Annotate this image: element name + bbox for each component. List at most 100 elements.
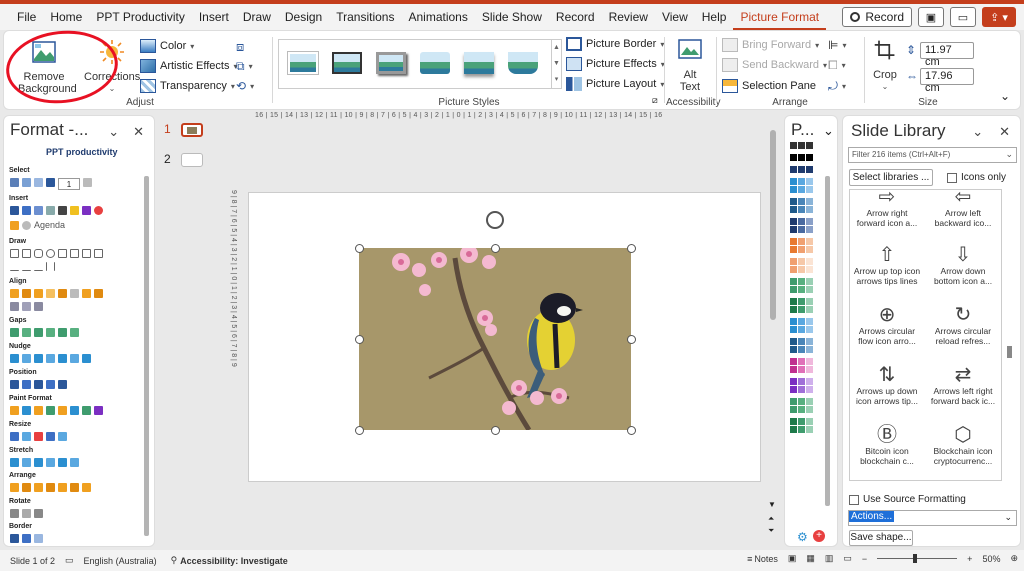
palette-swatch[interactable]: [798, 298, 805, 305]
gaps-tool-icon[interactable]: [58, 328, 67, 337]
picture-style-thumb[interactable]: [505, 47, 541, 81]
agenda-row[interactable]: Agenda: [10, 220, 65, 230]
share-button[interactable]: ⇪ ▾: [982, 7, 1016, 27]
palette-swatch[interactable]: [790, 258, 797, 265]
library-item[interactable]: ⇨ Arrow right forward icon a...: [852, 190, 922, 228]
palette-swatch[interactable]: [798, 198, 805, 205]
selection-pane-button[interactable]: Selection Pane: [722, 79, 816, 93]
save-shape-button[interactable]: Save shape...: [849, 530, 913, 546]
nudge-tool-icon[interactable]: [34, 354, 43, 363]
resize-handle[interactable]: [627, 426, 636, 435]
palette-swatch[interactable]: [798, 154, 805, 161]
fit-to-window-icon[interactable]: ⊕: [1010, 553, 1018, 564]
menu-transitions[interactable]: Transitions: [329, 4, 401, 30]
select-tool-icon[interactable]: [34, 178, 43, 187]
position-tool-icon[interactable]: [10, 380, 19, 389]
border-tool-icon[interactable]: [10, 534, 19, 543]
send-backward-button[interactable]: Send Backward ▾: [722, 58, 827, 72]
palette-swatch[interactable]: [806, 318, 813, 325]
library-item[interactable]: ⇦ Arrow left backward ico...: [928, 190, 998, 228]
zoom-slider-knob[interactable]: [913, 554, 918, 563]
palette-swatch[interactable]: [806, 298, 813, 305]
draw-tool-icon[interactable]: [10, 249, 19, 258]
palette-swatch[interactable]: [790, 166, 797, 173]
stretch-tool-icon[interactable]: [58, 458, 67, 467]
stretch-tool-icon[interactable]: [46, 458, 55, 467]
resize-tool-icon[interactable]: [46, 432, 55, 441]
align-tool-icon[interactable]: [70, 289, 79, 298]
scroll-down-icon[interactable]: ▼: [768, 500, 776, 509]
palette-swatch[interactable]: [806, 326, 813, 333]
insert-tool-icon[interactable]: [46, 206, 55, 215]
normal-view-icon[interactable]: ▣: [788, 553, 797, 564]
close-icon[interactable]: ✕: [999, 124, 1010, 140]
arrange-tool-icon[interactable]: [46, 483, 55, 492]
rotate-button[interactable]: ⤾ ▾: [828, 79, 846, 94]
palette-swatch[interactable]: [790, 278, 797, 285]
settings-gear-icon[interactable]: ⚙: [797, 530, 808, 544]
align-tool-icon[interactable]: [34, 302, 43, 311]
chevron-down-icon[interactable]: ⌄: [1004, 512, 1012, 523]
palette-swatch[interactable]: [806, 278, 813, 285]
palette-swatch[interactable]: [790, 178, 797, 185]
library-item[interactable]: ⇩ Arrow down bottom icon a...: [928, 242, 998, 286]
draw-tool-icon[interactable]: [58, 249, 67, 258]
palette-swatch[interactable]: [798, 358, 805, 365]
picture-style-thumb[interactable]: [285, 47, 321, 81]
palette-swatch[interactable]: [790, 386, 797, 393]
gallery-up-icon[interactable]: ▲: [552, 40, 561, 56]
stretch-tool-icon[interactable]: [70, 458, 79, 467]
format-picture-launcher[interactable]: ⧄: [652, 95, 658, 106]
palette-swatch[interactable]: [798, 186, 805, 193]
nudge-tool-icon[interactable]: [70, 354, 79, 363]
resize-handle[interactable]: [491, 244, 500, 253]
align-button[interactable]: ⊫ ▾: [828, 38, 846, 52]
library-item[interactable]: ⇧ Arrow up top icon arrows tips lines: [852, 242, 922, 286]
palette-swatch[interactable]: [790, 238, 797, 245]
menu-ppt-productivity[interactable]: PPT Productivity: [89, 4, 191, 30]
palette-swatch[interactable]: [790, 346, 797, 353]
palette-swatch[interactable]: [790, 186, 797, 193]
paint-format-tool-icon[interactable]: [70, 406, 79, 415]
menu-picture-format[interactable]: Picture Format: [733, 4, 827, 30]
nudge-tool-icon[interactable]: [22, 354, 31, 363]
align-tool-icon[interactable]: [58, 289, 67, 298]
palette-swatch[interactable]: [790, 306, 797, 313]
insert-tool-icon[interactable]: [94, 206, 103, 215]
select-tool-icon[interactable]: [46, 178, 55, 187]
palette-swatch[interactable]: [798, 218, 805, 225]
palette-swatch[interactable]: [790, 154, 797, 161]
insert-tool-icon[interactable]: [10, 206, 19, 215]
alt-text-button[interactable]: Alt Text: [672, 37, 708, 93]
arrange-tool-icon[interactable]: [34, 483, 43, 492]
rotate-tool-icon[interactable]: [10, 509, 19, 518]
nudge-tool-icon[interactable]: [58, 354, 67, 363]
language-status[interactable]: English (Australia): [84, 556, 157, 566]
position-tool-icon[interactable]: [34, 380, 43, 389]
compress-pictures-button[interactable]: ⧈: [236, 39, 244, 55]
palette-swatch[interactable]: [806, 286, 813, 293]
accessibility-status[interactable]: Accessibility: Investigate: [180, 556, 288, 566]
palette-swatch[interactable]: [798, 426, 805, 433]
close-icon[interactable]: ✕: [133, 124, 144, 140]
menu-insert[interactable]: Insert: [192, 4, 236, 30]
align-tool-icon[interactable]: [34, 289, 43, 298]
palette-swatch[interactable]: [806, 246, 813, 253]
gaps-tool-icon[interactable]: [46, 328, 55, 337]
artistic-effects-button[interactable]: Artistic Effects ▾: [140, 59, 238, 73]
align-tool-icon[interactable]: [46, 289, 55, 298]
resize-tool-icon[interactable]: [22, 432, 31, 441]
paint-format-tool-icon[interactable]: [58, 406, 67, 415]
resize-handle[interactable]: [355, 426, 364, 435]
palette-swatch[interactable]: [806, 406, 813, 413]
palette-swatch[interactable]: [790, 298, 797, 305]
position-tool-icon[interactable]: [46, 380, 55, 389]
draw-tool-icon[interactable]: [34, 249, 43, 258]
palette-swatch[interactable]: [806, 398, 813, 405]
use-source-formatting-checkbox[interactable]: Use Source Formatting: [849, 494, 966, 505]
resize-tool-icon[interactable]: [58, 432, 67, 441]
palette-swatch[interactable]: [806, 186, 813, 193]
canvas-scrollbar[interactable]: ▼ ⏶ ⏷: [768, 120, 776, 540]
zoom-in-icon[interactable]: +: [967, 554, 972, 564]
rotate-tool-icon[interactable]: [34, 509, 43, 518]
